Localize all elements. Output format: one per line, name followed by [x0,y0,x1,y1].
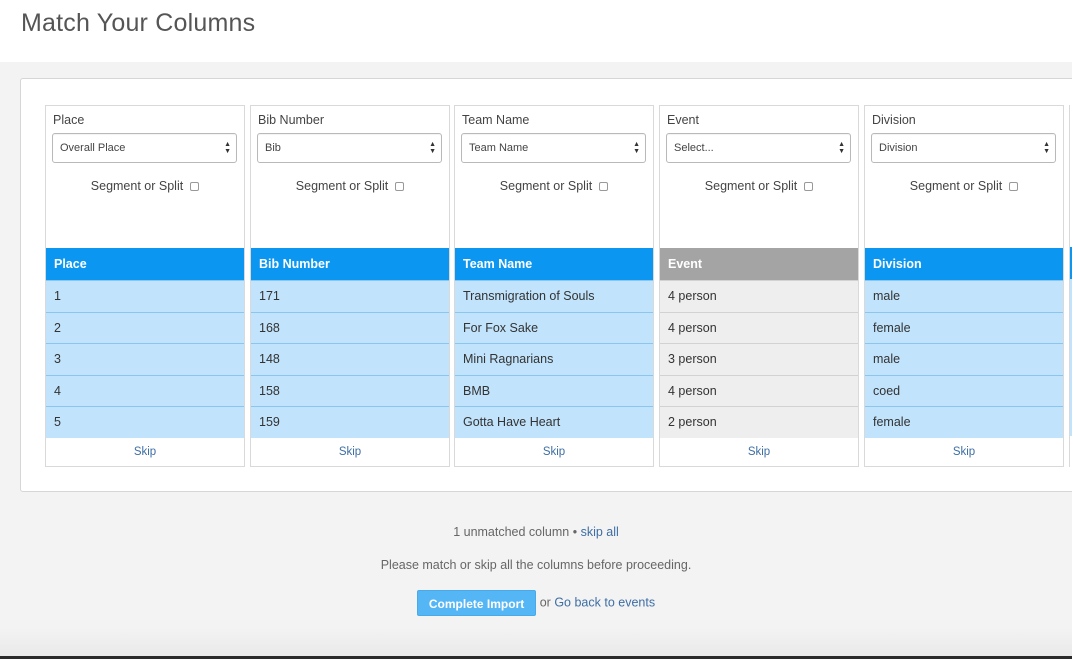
column-source-label: Division [872,113,916,127]
segment-or-split-checkbox[interactable] [395,182,405,191]
table-cell: coed [865,374,1063,407]
segment-or-split-label: Segment or Split [90,179,184,193]
column-preview-table: Place 1 2 3 4 5 [46,248,244,438]
table-cell: 148 [251,343,449,375]
select-value: Team Name [469,142,529,154]
segment-or-split-row: Segment or Split [251,179,449,193]
column-preview-table: Bib Number 171 168 148 158 159 [251,248,449,438]
column-preview-table: Event 4 person 4 person 3 person 4 perso… [660,248,858,438]
skip-column-link[interactable]: Skip [251,446,449,458]
column-source-label: Event [667,113,699,127]
table-cell: 5 [46,406,244,438]
instruction-text: Please match or skip all the columns bef… [380,558,692,572]
columns-panel: Place Overall Place ▲ ▼ Segment or Split … [20,78,1072,492]
skip-column-link[interactable]: Skip [46,446,244,458]
table-cell: 4 person [660,311,858,344]
table-cell: 158 [251,374,449,407]
top-bar: Match Your Columns [0,0,1072,62]
column-source-label: Bib Number [258,113,324,127]
select-arrows-icon: ▲ ▼ [429,141,436,155]
select-value: Division [879,142,918,154]
table-header: Division [865,248,1063,280]
table-cell: 4 [46,374,244,407]
table-cell: 4 person [660,374,858,407]
column-card-event: Event Select... ▲ ▼ Segment or Split Even… [659,105,859,467]
select-arrows-icon: ▲ ▼ [838,141,845,155]
column-match-select[interactable]: Bib ▲ ▼ [257,133,442,163]
table-cell: Mini Ragnarians [455,343,653,375]
table-cell: BMB [455,374,653,407]
segment-or-split-checkbox[interactable] [1009,182,1019,191]
table-cell: Gotta Have Heart [455,406,653,438]
segment-or-split-label: Segment or Split [909,179,1003,193]
page-title: Match Your Columns [21,9,256,37]
table-header: Bib Number [251,248,449,280]
segment-or-split-checkbox[interactable] [804,182,814,191]
select-value: Select... [674,142,714,154]
segment-or-split-row: Segment or Split [660,179,858,193]
segment-or-split-checkbox[interactable] [190,182,200,191]
column-card-division: Division Division ▲ ▼ Segment or Split Di… [864,105,1064,467]
table-header: Place [46,248,244,280]
segment-or-split-row: Segment or Split [455,179,653,193]
table-cell: male [865,343,1063,375]
segment-or-split-row: Segment or Split [46,179,244,193]
complete-import-button[interactable]: Complete Import [416,590,537,616]
table-cell: 168 [251,311,449,344]
unmatched-status: 1 unmatched column • skip all [0,525,1072,539]
select-value: Bib [265,142,281,154]
column-preview-table: Division male female male coed female [865,248,1063,438]
segment-or-split-label: Segment or Split [499,179,593,193]
table-cell: 1 [46,280,244,312]
column-card-team-name: Team Name Team Name ▲ ▼ Segment or Split … [454,105,654,467]
skip-column-link[interactable]: Skip [865,446,1063,458]
column-match-select[interactable]: Overall Place ▲ ▼ [52,133,237,163]
column-card-bib-number: Bib Number Bib ▲ ▼ Segment or Split Bib N… [250,105,450,467]
table-cell: 3 [46,343,244,375]
go-back-to-events-link[interactable]: Go back to events [554,595,655,609]
select-value: Overall Place [60,142,126,154]
select-arrows-icon: ▲ ▼ [633,141,640,155]
column-match-select[interactable]: Division ▲ ▼ [871,133,1056,163]
segment-or-split-row: Segment or Split [865,179,1063,193]
table-cell: 2 [46,311,244,344]
segment-or-split-label: Segment or Split [704,179,798,193]
select-arrows-icon: ▲ ▼ [224,141,231,155]
table-cell: 3 person [660,343,858,375]
table-cell: 2 person [660,406,858,438]
column-source-label: Place [53,113,85,127]
separator-dot: • [572,525,578,539]
table-cell: female [865,406,1063,438]
segment-or-split-checkbox[interactable] [599,182,609,191]
select-arrows-icon: ▲ ▼ [1043,141,1050,155]
table-header: Team Name [455,248,653,280]
column-card-place: Place Overall Place ▲ ▼ Segment or Split … [45,105,245,467]
table-cell: 171 [251,280,449,312]
segment-or-split-label: Segment or Split [295,179,389,193]
table-cell: For Fox Sake [455,311,653,344]
skip-column-link[interactable]: Skip [660,446,858,458]
table-cell: 159 [251,406,449,438]
column-match-select[interactable]: Select... ▲ ▼ [666,133,851,163]
table-header: Event [660,248,858,280]
skip-all-link[interactable]: skip all [581,525,619,539]
table-cell: male [865,280,1063,312]
table-cell: 4 person [660,280,858,312]
column-preview-table: Team Name Transmigration of Souls For Fo… [455,248,653,438]
bottom-shade [0,628,1072,656]
table-cell: female [865,311,1063,344]
column-match-select[interactable]: Team Name ▲ ▼ [461,133,646,163]
action-row: Complete Import or Go back to events [0,590,1072,616]
column-source-label: Team Name [462,113,530,127]
unmatched-count-text: 1 unmatched column [453,525,570,539]
skip-column-link[interactable]: Skip [455,446,653,458]
or-text: or [539,595,551,610]
table-cell: Transmigration of Souls [455,280,653,312]
